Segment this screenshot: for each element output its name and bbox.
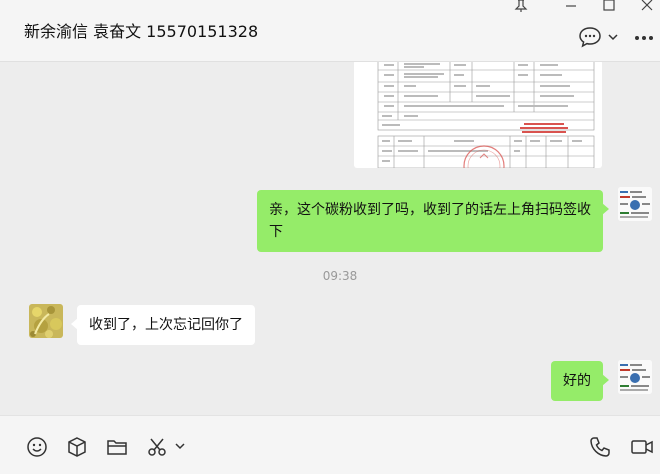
- input-toolbar: [0, 415, 660, 474]
- timestamp: 09:38: [322, 269, 358, 283]
- pin-icon[interactable]: [512, 0, 532, 12]
- box-icon[interactable]: [66, 436, 88, 458]
- contact-avatar[interactable]: [29, 304, 63, 338]
- video-icon[interactable]: [630, 436, 654, 458]
- image-message-receipt[interactable]: [354, 62, 602, 168]
- message-bubble-sent[interactable]: 亲，这个碳粉收到了吗，收到了的话左上角扫码签收下: [257, 190, 609, 252]
- maximize-icon[interactable]: [600, 0, 620, 12]
- my-avatar[interactable]: [618, 187, 652, 221]
- close-icon[interactable]: [638, 0, 658, 12]
- phone-icon[interactable]: [589, 436, 611, 458]
- chat-header: 新余渝信 袁奋文 15570151328: [0, 0, 660, 62]
- folder-icon[interactable]: [106, 436, 128, 458]
- chat-bubble-icon[interactable]: [578, 26, 602, 48]
- scissors-icon[interactable]: [146, 436, 168, 458]
- minimize-icon[interactable]: [562, 0, 582, 12]
- message-bubble-received[interactable]: 收到了，上次忘记回你了: [71, 305, 255, 345]
- my-avatar[interactable]: [618, 360, 652, 394]
- emoji-icon[interactable]: [26, 436, 48, 458]
- chat-title: 新余渝信 袁奋文 15570151328: [24, 22, 259, 41]
- chevron-down-icon[interactable]: [173, 436, 187, 458]
- chevron-down-icon[interactable]: [606, 26, 620, 48]
- message-bubble-sent[interactable]: 好的: [551, 361, 609, 401]
- more-icon[interactable]: [632, 26, 656, 48]
- message-list[interactable]: 亲，这个碳粉收到了吗，收到了的话左上角扫码签收下 09:38 收到了，上次忘记回…: [0, 62, 660, 415]
